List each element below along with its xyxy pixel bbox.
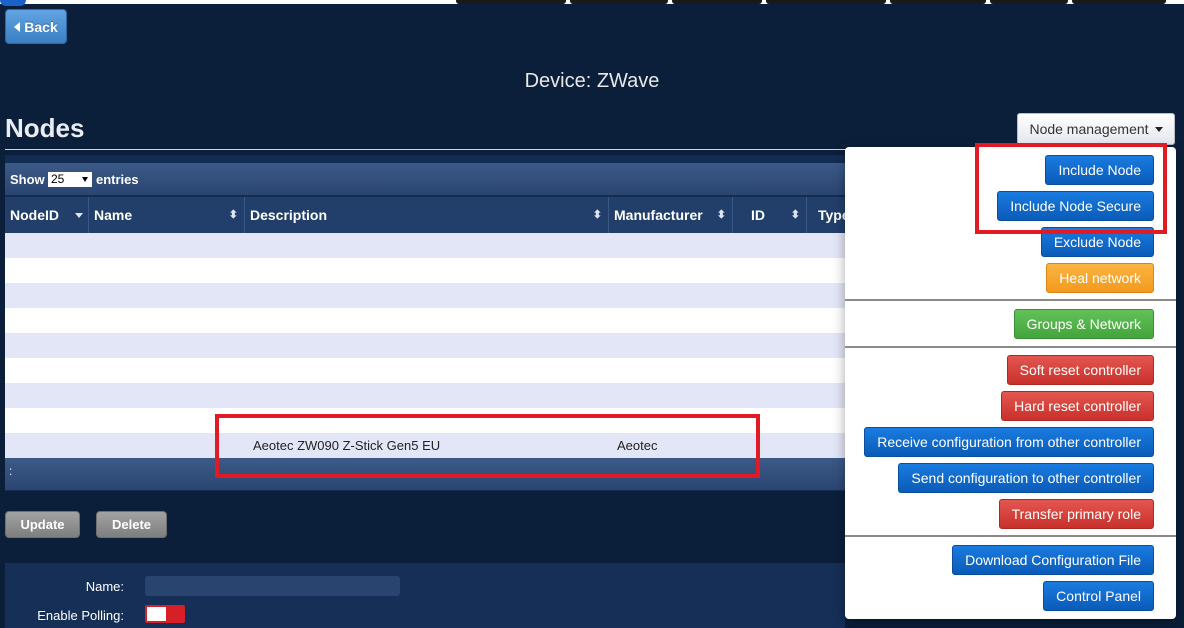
soft-reset-button[interactable]: Soft reset controller: [1006, 355, 1154, 385]
top-tab[interactable]: [456, 0, 566, 4]
top-tab[interactable]: [990, 0, 1068, 4]
entries-label: entries: [96, 172, 139, 187]
node-management-button[interactable]: Node management: [1017, 113, 1175, 145]
control-panel-button[interactable]: Control Panel: [1043, 581, 1154, 611]
table-row[interactable]: [5, 308, 845, 333]
download-config-button[interactable]: Download Configuration File: [952, 545, 1154, 575]
node-form-panel: [5, 563, 845, 628]
show-entries-bar: Show 25 entries: [5, 163, 845, 195]
table-row[interactable]: [5, 358, 845, 383]
heal-network-button[interactable]: Heal network: [1046, 263, 1154, 293]
sort-icon: ⬍: [228, 209, 238, 221]
top-tab[interactable]: [672, 0, 762, 4]
highlight-box: [215, 414, 760, 478]
table-row[interactable]: [5, 333, 845, 358]
col-header-nodeid[interactable]: NodeID: [5, 197, 89, 233]
groups-network-button[interactable]: Groups & Network: [1013, 309, 1154, 339]
table-row[interactable]: [5, 233, 845, 258]
page-title: Nodes: [5, 113, 85, 143]
top-tabs: [456, 0, 1166, 4]
logo: [0, 0, 26, 6]
col-header-label: Manufacturer: [614, 207, 703, 223]
show-label: Show: [10, 172, 45, 187]
update-button[interactable]: Update: [5, 511, 80, 538]
top-tab[interactable]: [1072, 0, 1166, 4]
table-row[interactable]: [5, 283, 845, 308]
table-row[interactable]: [5, 383, 845, 408]
col-header-name[interactable]: Name ⬍: [89, 197, 245, 233]
polling-label: Enable Polling:: [37, 608, 124, 623]
sort-icon: ⬍: [790, 209, 800, 221]
page-size-value: 25: [51, 172, 65, 186]
top-tab[interactable]: [890, 0, 986, 4]
back-button[interactable]: Back: [5, 9, 67, 44]
caret-down-icon: [1154, 126, 1163, 132]
col-header-id[interactable]: ID ⬍: [733, 197, 807, 233]
col-header-label: Description: [250, 207, 328, 223]
transfer-primary-button[interactable]: Transfer primary role: [998, 499, 1154, 529]
menu-divider: [845, 299, 1176, 301]
table-footer-text: :: [9, 464, 13, 478]
receive-config-button[interactable]: Receive configuration from other control…: [864, 427, 1154, 457]
col-header-label: ID: [751, 207, 765, 223]
select-arrow-icon: [82, 177, 88, 182]
menu-divider: [845, 535, 1176, 537]
col-header-description[interactable]: Description ⬍: [245, 197, 609, 233]
toggle-knob: [147, 607, 166, 621]
send-config-button[interactable]: Send configuration to other controller: [898, 463, 1154, 493]
device-title: Device: ZWave: [524, 70, 660, 92]
name-label: Name:: [85, 579, 124, 594]
sort-desc-icon: [75, 213, 83, 218]
top-tab[interactable]: [766, 0, 886, 4]
table-row[interactable]: [5, 258, 845, 283]
polling-toggle[interactable]: [145, 605, 185, 623]
table-header: NodeID Name ⬍ Description ⬍ Manufacturer…: [5, 197, 850, 233]
sort-icon: ⬍: [716, 209, 726, 221]
col-header-manufacturer[interactable]: Manufacturer ⬍: [609, 197, 733, 233]
sort-icon: ⬍: [592, 209, 602, 221]
back-label: Back: [24, 18, 58, 35]
delete-button[interactable]: Delete: [96, 511, 167, 538]
back-arrow-icon: [14, 21, 21, 32]
page-size-select[interactable]: 25: [48, 172, 92, 187]
name-input[interactable]: [145, 576, 400, 596]
col-header-label: Name: [94, 207, 133, 223]
col-header-label: NodeID: [10, 207, 59, 223]
top-tab[interactable]: [570, 0, 668, 4]
col-header-type[interactable]: Type: [807, 197, 850, 233]
node-management-label: Node management: [1029, 121, 1149, 137]
highlight-box: [975, 143, 1167, 234]
hard-reset-button[interactable]: Hard reset controller: [1001, 391, 1154, 421]
menu-divider: [845, 346, 1176, 348]
